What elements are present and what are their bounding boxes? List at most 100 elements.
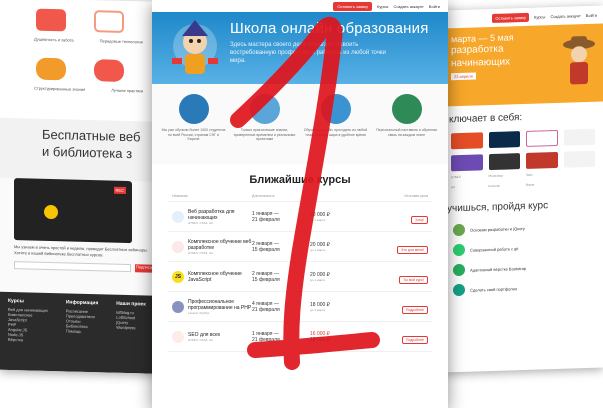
course-row[interactable]: Комплексное обучение веб разработке HTML5… [168, 232, 432, 262]
left-heading: Бесплатные веб и библиотека з [0, 117, 175, 183]
console-icon [488, 153, 520, 171]
course-action-button[interactable]: Хочу! [411, 215, 428, 224]
nav-courses[interactable]: Курсы [534, 14, 545, 19]
feature-text: Мы уже обучили более 1000 студентов по в… [161, 128, 226, 142]
footer-link[interactable]: Помощь [66, 328, 98, 334]
left-features: Душевность и забота Передовые технологии… [0, 0, 175, 123]
course-row[interactable]: JS Комплексное обучение JavaScript 2 янва… [168, 262, 432, 292]
tech-label [564, 171, 596, 176]
footer-link[interactable]: Вёрстка [8, 337, 48, 343]
course-row[interactable]: SEO для всех HTML5, CSS3, Git 1 января —2… [168, 322, 432, 352]
course-action-button[interactable]: Ты мой курс! [399, 275, 428, 284]
tech-icon [94, 10, 124, 33]
col-header: Итоговая цена [404, 194, 428, 198]
course-stack: HTML5, CSS3, Git [188, 250, 213, 255]
video-player[interactable]: REC [14, 178, 132, 244]
footer-link[interactable]: Wordpress [116, 325, 145, 331]
feature-label: Передовые технологии [99, 38, 143, 45]
footer-col-title: Курсы [8, 297, 24, 305]
php-logo-icon [172, 300, 184, 313]
course-logo-icon [172, 210, 184, 223]
login-link[interactable]: Войти [429, 4, 440, 9]
feature-text: Персональный наставник и обратная связь … [376, 128, 437, 137]
feature-item: Обучение онлайн, проходить из любой точк… [304, 94, 368, 160]
center-page-mockup: Оставить заявку Курсы Создать аккаунт Во… [152, 0, 448, 408]
course-date: 21 февраля [252, 306, 280, 313]
courses-section: Ближайшие курсы Название Длительность Ит… [152, 164, 448, 356]
tech-grid [443, 124, 603, 175]
feature-label: Структурированные знания [34, 85, 86, 92]
feature-label: Лучшие практики [111, 87, 144, 94]
course-stack: HTML5, CSS3, Git [188, 220, 213, 225]
course-date: 21 февраля [252, 336, 280, 343]
footer-col: Курсы Веб для начинающих Комплексное Jav… [8, 298, 48, 343]
feature-item: Персональный наставник и обратная связь … [375, 94, 439, 160]
hero-tag[interactable]: 23 апреля [451, 72, 476, 81]
feature-label: Душевность и забота [34, 36, 74, 43]
features-row: Мы уже обучили более 1000 студентов по в… [152, 84, 448, 164]
extra-icon [563, 150, 595, 168]
course-action-button[interactable]: Это для меня! [396, 245, 428, 254]
footer-col: Информация Расписание Преподаватели Отзы… [66, 299, 98, 344]
center-hero: Школа онлайн образования Здесь мастера с… [152, 12, 448, 84]
tech-label: HTML5 [451, 174, 461, 180]
course-row[interactable]: Веб разработка для начинающих HTML5, CSS3… [168, 202, 432, 232]
right-hero: марта — 5 мая разработка начинающих 23 а… [443, 23, 603, 107]
col-header: Название [172, 194, 188, 198]
footer-col-title: Информация [65, 299, 99, 307]
feature-item: Мы уже обучили более 1000 студентов по в… [162, 94, 226, 160]
center-header: Оставить заявку Курсы Создать аккаунт Во… [152, 0, 448, 12]
login-link[interactable]: Войти [586, 12, 597, 17]
left-footer: Курсы Веб для начинающих Комплексное Jav… [0, 291, 175, 375]
extra-icon [563, 128, 595, 146]
gears-icon [94, 59, 124, 82]
tech-label: Sass [526, 172, 533, 177]
course-title: Веб разработка для начинающих [188, 208, 235, 221]
git-icon [453, 243, 465, 257]
course-date: 15 февраля [252, 276, 280, 283]
course-price: 18 000 ₽ [310, 336, 330, 343]
hero-title: Школа онлайн образования [230, 20, 429, 37]
price-note: до 1 марта [310, 247, 326, 252]
course-title: Комплексное обучение JavaScript [188, 270, 242, 283]
bootstrap-icon [453, 263, 465, 277]
feature-text: Только практические знания, проверенные … [233, 128, 296, 142]
course-title: SEO для всех [188, 331, 221, 338]
course-date: 15 февраля [252, 246, 280, 253]
create-account-link[interactable]: Создать аккаунт [393, 4, 423, 9]
email-field[interactable] [14, 261, 131, 273]
js-icon [453, 223, 465, 237]
sass-icon [526, 129, 558, 147]
rocket-icon [249, 94, 280, 124]
signup-button[interactable]: Оставить заявку [492, 12, 530, 23]
price-note: до 1 марта [310, 217, 326, 222]
price-note: до 1 марта [310, 277, 326, 282]
course-action-button[interactable]: Подробнее [401, 305, 428, 314]
course-title: Комплексное обучение веб разработке [188, 238, 252, 251]
course-row[interactable]: Профессиональное программирование на PHP… [168, 292, 432, 322]
create-account-link[interactable]: Создать аккаунт [550, 13, 580, 19]
courses-title: Ближайшие курсы [249, 174, 351, 186]
footer-col-title: Наши проек [116, 300, 146, 308]
courses-header: Название Длительность Итоговая цена [168, 194, 432, 202]
course-stack: HTML5, CSS3, Git [188, 337, 213, 342]
cowboy-mascot-icon [563, 36, 595, 85]
col-header: Длительность [252, 194, 275, 198]
learn-item: Сделать свой портфолио [443, 275, 603, 300]
price-note: до 1 марта [310, 307, 326, 312]
course-action-button[interactable]: Подробнее [401, 335, 428, 344]
plane-icon [320, 94, 351, 124]
course-title: Профессиональное программирование на PHP [188, 298, 252, 311]
course-stack: Laravel, MySQL [188, 310, 210, 315]
nav-courses[interactable]: Курсы [377, 4, 388, 9]
photoshop-icon [488, 131, 520, 149]
puzzle-icon [36, 57, 66, 81]
js-logo-icon: JS [172, 270, 184, 283]
course-logo-icon [172, 240, 184, 253]
feature-item: Только практические знания, проверенные … [233, 94, 297, 160]
play-icon[interactable] [44, 204, 58, 220]
portfolio-icon [453, 283, 465, 297]
html5-icon [451, 132, 483, 150]
signup-button[interactable]: Оставить заявку [333, 1, 373, 11]
git-icon [451, 154, 483, 172]
